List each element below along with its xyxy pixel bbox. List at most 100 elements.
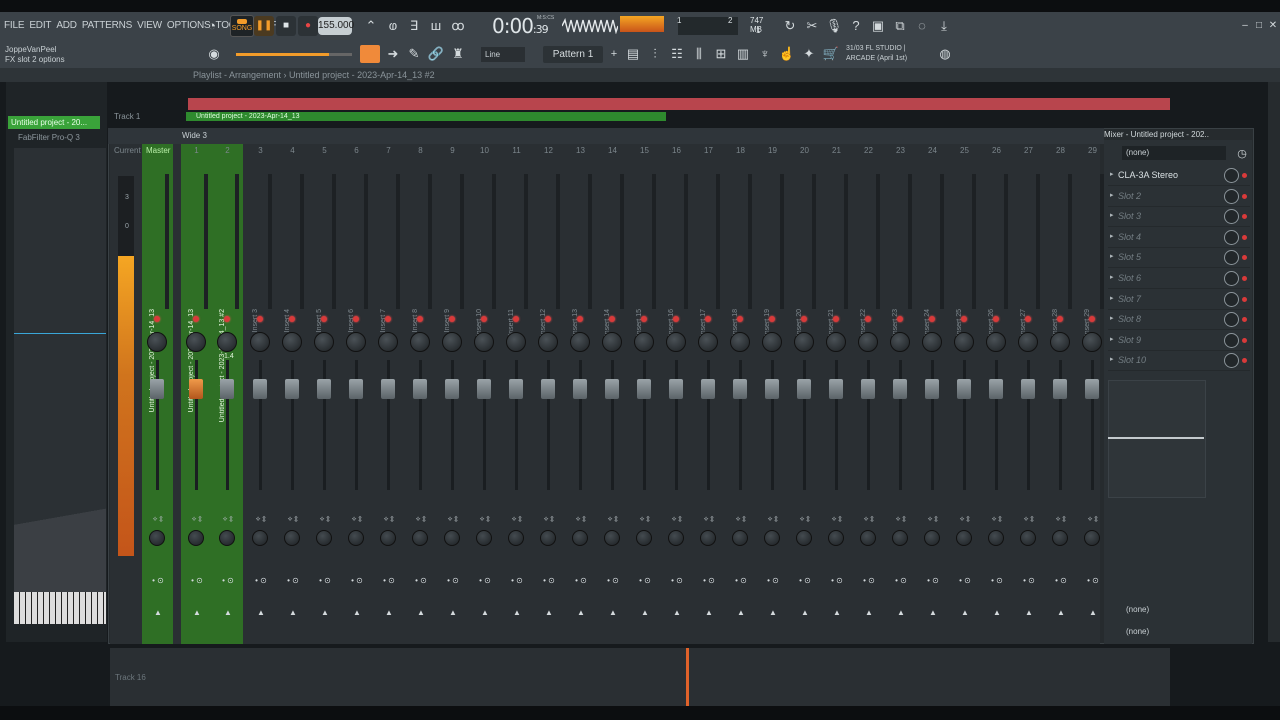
record-button[interactable]: ● xyxy=(298,16,318,36)
route-icon[interactable]: • ⊙ xyxy=(250,576,272,585)
pan-knob[interactable] xyxy=(890,332,910,352)
strip-insert-21[interactable]: 21 Insert 21 ⟡ ⇕ • ⊙ ▲ xyxy=(821,144,852,644)
stereo-knob[interactable] xyxy=(219,530,235,546)
pan-knob[interactable] xyxy=(986,332,1006,352)
pan-knob[interactable] xyxy=(570,332,590,352)
swap-lr-icon[interactable]: ⟡ ⇕ xyxy=(538,516,560,524)
swap-lr-icon[interactable]: ⟡ ⇕ xyxy=(794,516,816,524)
stop-button[interactable]: ■ xyxy=(276,16,296,36)
playlist-grid[interactable] xyxy=(110,648,1170,706)
strip-insert-6[interactable]: 6 Insert 6 ⟡ ⇕ • ⊙ ▲ xyxy=(341,144,372,644)
route-icon[interactable]: • ⊙ xyxy=(378,576,400,585)
route-arrow-icon[interactable]: ▲ xyxy=(666,608,688,617)
route-arrow-icon[interactable]: ▲ xyxy=(474,608,496,617)
channel-rack-icon[interactable]: ⫶ xyxy=(646,45,664,63)
stereo-knob[interactable] xyxy=(700,530,716,546)
strip-insert-18[interactable]: 18 Insert 18 ⟡ ⇕ • ⊙ ▲ xyxy=(725,144,756,644)
mute-led[interactable] xyxy=(641,316,647,322)
playlist-icon[interactable]: ▤ xyxy=(624,45,642,63)
menu-patterns[interactable]: PATTERNS xyxy=(82,20,132,31)
pan-knob[interactable] xyxy=(602,332,622,352)
strip-insert-10[interactable]: 10 Insert 10 ⟡ ⇕ • ⊙ ▲ xyxy=(469,144,500,644)
expand-arrow-icon[interactable]: ▸ xyxy=(1110,335,1114,343)
menu-edit[interactable]: EDIT xyxy=(29,20,51,31)
mute-led[interactable] xyxy=(929,316,935,322)
mute-led[interactable] xyxy=(993,316,999,322)
swap-lr-icon[interactable]: ⟡ ⇕ xyxy=(698,516,720,524)
strip-insert-15[interactable]: 15 Insert 15 ⟡ ⇕ • ⊙ ▲ xyxy=(629,144,660,644)
strip-insert-13[interactable]: 13 Insert 13 ⟡ ⇕ • ⊙ ▲ xyxy=(565,144,596,644)
mixer-icon[interactable]: ⫼ xyxy=(690,45,708,63)
route-arrow-icon[interactable]: ▲ xyxy=(634,608,656,617)
route-arrow-icon[interactable]: ▲ xyxy=(730,608,752,617)
mute-led[interactable] xyxy=(481,316,487,322)
sidebar-pattern[interactable]: Untitled project - 20... xyxy=(8,116,100,129)
mute-led[interactable] xyxy=(961,316,967,322)
strip-insert-12[interactable]: 12 Insert 12 ⟡ ⇕ • ⊙ ▲ xyxy=(533,144,564,644)
track-16-label[interactable]: Track 16 xyxy=(115,673,146,682)
input-select[interactable]: (none) xyxy=(1122,146,1226,160)
mute-led[interactable] xyxy=(1025,316,1031,322)
swap-lr-icon[interactable]: ⟡ ⇕ xyxy=(890,516,912,524)
pan-knob[interactable] xyxy=(282,332,302,352)
volume-fader[interactable] xyxy=(957,379,971,399)
route-arrow-icon[interactable]: ▲ xyxy=(538,608,560,617)
volume-fader[interactable] xyxy=(765,379,779,399)
route-icon[interactable]: • ⊙ xyxy=(922,576,944,585)
pan-knob[interactable] xyxy=(1018,332,1038,352)
blend-notes-icon[interactable]: ш xyxy=(427,17,445,35)
route-icon[interactable]: • ⊙ xyxy=(147,576,169,585)
route-arrow-icon[interactable]: ▲ xyxy=(922,608,944,617)
strip-insert-4[interactable]: 4 Insert 4 ⟡ ⇕ • ⊙ ▲ xyxy=(277,144,308,644)
swap-lr-icon[interactable]: ⟡ ⇕ xyxy=(147,516,169,524)
stereo-knob[interactable] xyxy=(988,530,1004,546)
pan-knob[interactable] xyxy=(1050,332,1070,352)
expand-arrow-icon[interactable]: ▸ xyxy=(1110,273,1114,281)
route-arrow-icon[interactable]: ▲ xyxy=(186,608,208,617)
slot-mix-knob[interactable] xyxy=(1224,312,1239,328)
expand-arrow-icon[interactable]: ▸ xyxy=(1110,294,1114,302)
playlist-timeline[interactable] xyxy=(188,98,1170,110)
stereo-knob[interactable] xyxy=(764,530,780,546)
stereo-knob[interactable] xyxy=(380,530,396,546)
expand-arrow-icon[interactable]: ▸ xyxy=(1110,232,1114,240)
volume-fader[interactable] xyxy=(1053,379,1067,399)
playlist-clip[interactable]: Untitled project - 2023-Apr-14_13 xyxy=(186,112,666,121)
volume-fader[interactable] xyxy=(637,379,651,399)
mute-led[interactable] xyxy=(673,316,679,322)
expand-arrow-icon[interactable]: ▸ xyxy=(1110,314,1114,322)
stereo-knob[interactable] xyxy=(636,530,652,546)
route-arrow-icon[interactable]: ▲ xyxy=(217,608,239,617)
save-icon[interactable]: ▣ xyxy=(869,17,887,35)
pan-knob[interactable] xyxy=(250,332,270,352)
swap-lr-icon[interactable]: ⟡ ⇕ xyxy=(442,516,464,524)
mute-led[interactable] xyxy=(609,316,615,322)
slot-enable-led[interactable] xyxy=(1242,358,1247,364)
mute-led[interactable] xyxy=(289,316,295,322)
volume-fader[interactable] xyxy=(445,379,459,399)
route-icon[interactable]: • ⊙ xyxy=(1018,576,1040,585)
stereo-knob[interactable] xyxy=(1084,530,1100,546)
fx-slot-5[interactable]: ▸ Slot 5 xyxy=(1108,249,1250,269)
sidebar-plugin[interactable]: FabFilter Pro-Q 3 xyxy=(18,133,80,142)
slot-mix-knob[interactable] xyxy=(1224,291,1239,307)
stereo-knob[interactable] xyxy=(828,530,844,546)
swap-lr-icon[interactable]: ⟡ ⇕ xyxy=(666,516,688,524)
slot-enable-led[interactable] xyxy=(1242,337,1247,343)
route-arrow-icon[interactable]: ▲ xyxy=(570,608,592,617)
playlist-scrollbar[interactable] xyxy=(1268,82,1280,642)
expand-arrow-icon[interactable]: ▸ xyxy=(1110,252,1114,260)
pattern-select[interactable]: Pattern 1 xyxy=(543,46,603,63)
route-icon[interactable]: • ⊙ xyxy=(538,576,560,585)
arrow-right-icon[interactable]: ➜ xyxy=(384,45,402,63)
route-icon[interactable]: • ⊙ xyxy=(314,576,336,585)
volume-fader[interactable] xyxy=(733,379,747,399)
stereo-knob[interactable] xyxy=(572,530,588,546)
stereo-knob[interactable] xyxy=(604,530,620,546)
mute-led[interactable] xyxy=(801,316,807,322)
route-icon[interactable]: • ⊙ xyxy=(986,576,1008,585)
master-volume-knob-icon[interactable]: ◉ xyxy=(205,45,223,63)
draw-icon[interactable]: ✎ xyxy=(405,45,423,63)
route-arrow-icon[interactable]: ▲ xyxy=(346,608,368,617)
wait-input-icon[interactable]: ⌃ xyxy=(362,17,380,35)
